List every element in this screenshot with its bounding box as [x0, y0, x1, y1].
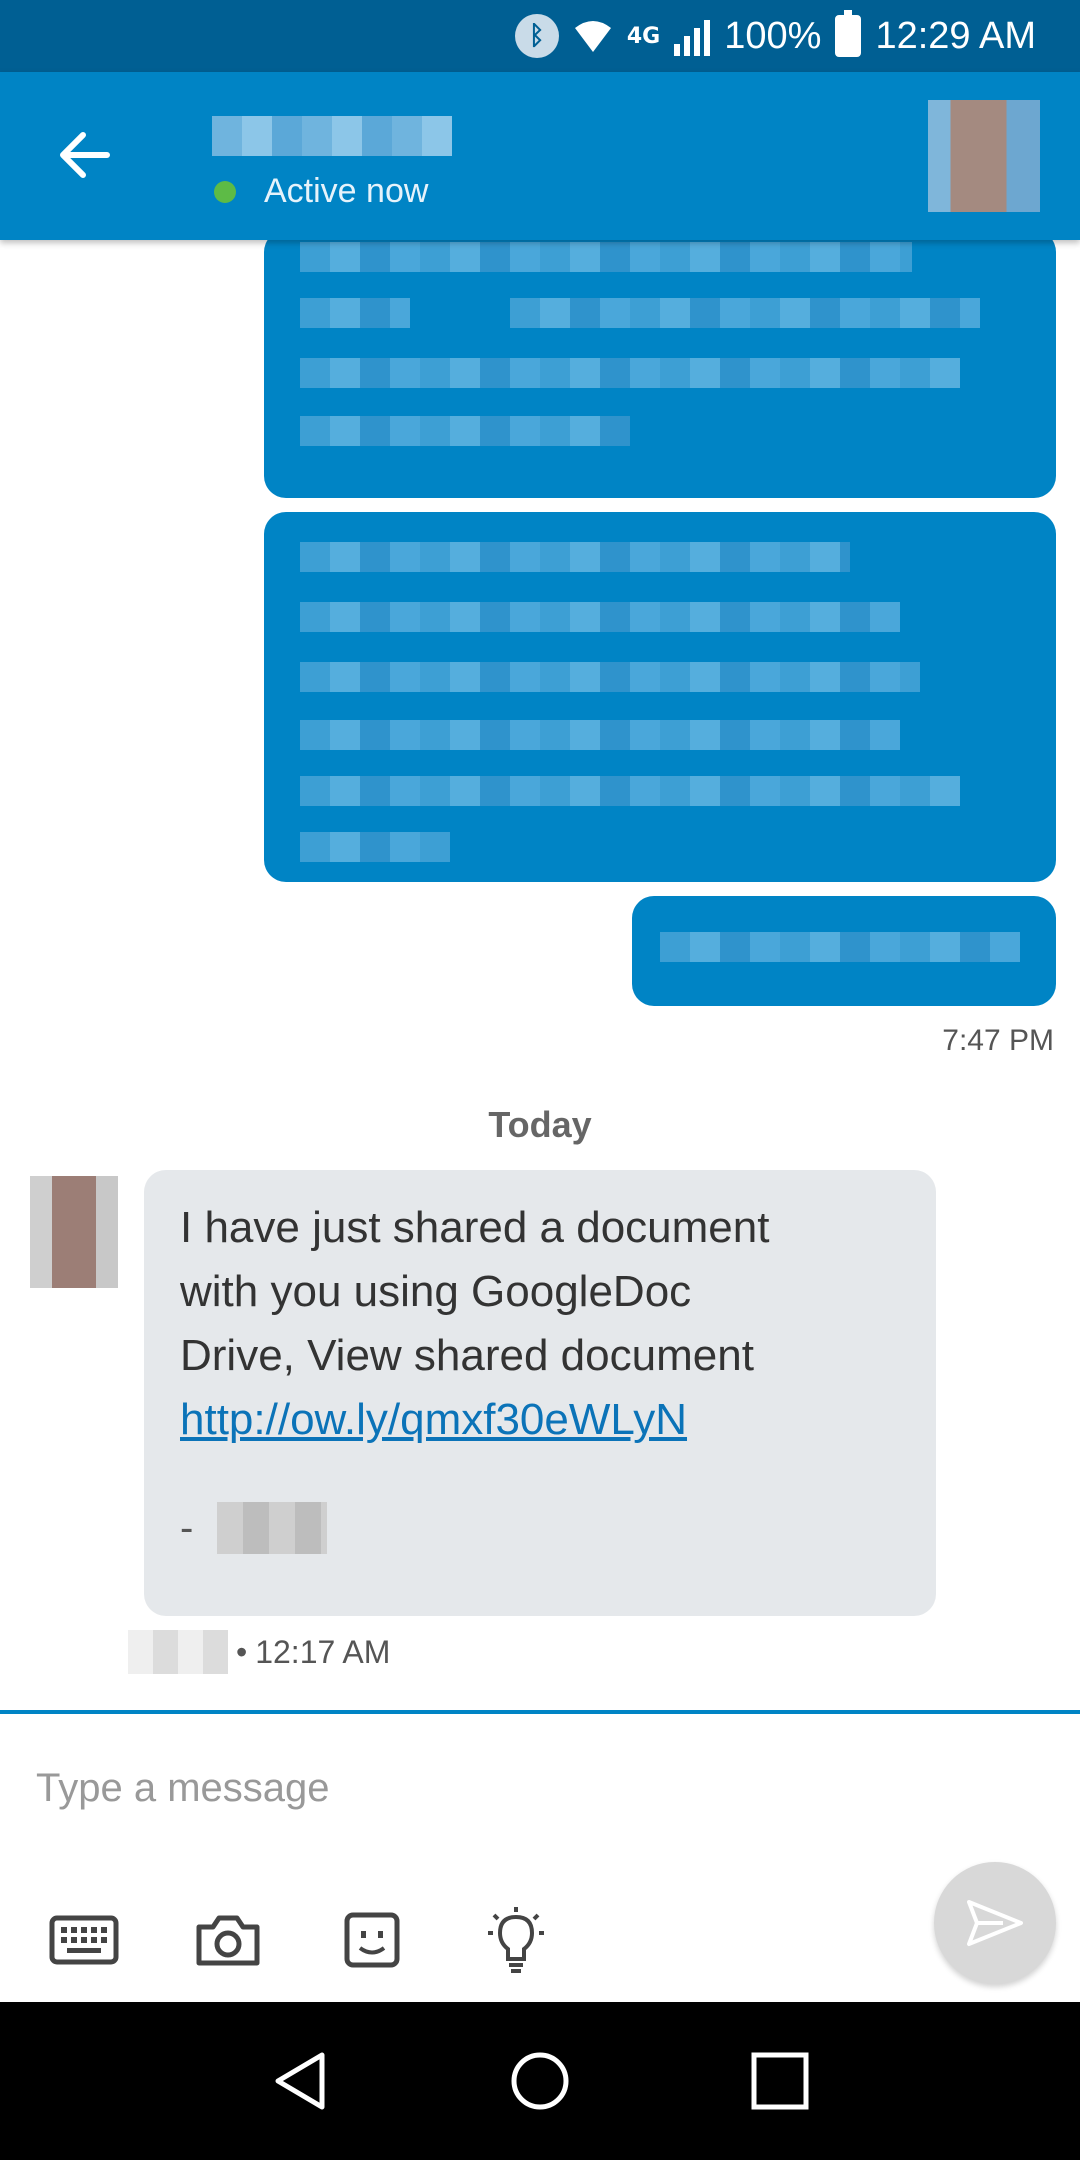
presence-label: Active now [264, 172, 429, 210]
camera-icon [196, 1915, 260, 1966]
outgoing-message[interactable] [264, 512, 1056, 882]
incoming-timestamp: 12:17 AM [255, 1633, 391, 1670]
contact-avatar[interactable] [928, 100, 1040, 212]
presence-status: Active now [214, 172, 428, 211]
active-dot-icon [214, 180, 236, 203]
outgoing-message[interactable] [264, 230, 1056, 498]
battery-percent: 100% [724, 14, 822, 57]
network-type: 4G [626, 23, 661, 49]
recents-square-icon [751, 2052, 809, 2110]
wifi-icon [573, 16, 613, 56]
nav-recents-button[interactable] [730, 2031, 830, 2131]
message-composer [0, 1710, 1080, 2002]
back-button[interactable] [40, 110, 130, 200]
lightbulb-icon [488, 1907, 544, 1973]
clock: 12:29 AM [875, 14, 1036, 57]
signoff-dash: - [180, 1505, 194, 1550]
camera-button[interactable] [188, 1900, 268, 1980]
outgoing-message[interactable] [632, 896, 1056, 1006]
system-nav-bar [0, 2002, 1080, 2160]
nav-back-button[interactable] [250, 2031, 350, 2131]
sender-avatar[interactable] [30, 1176, 118, 1288]
message-line: with you using GoogleDoc [180, 1267, 692, 1316]
send-button[interactable] [934, 1862, 1056, 1984]
nav-home-button[interactable] [490, 2031, 590, 2131]
home-circle-icon [511, 2052, 569, 2110]
sender-name[interactable] [128, 1630, 228, 1674]
incoming-message[interactable]: I have just shared a document with you u… [144, 1170, 936, 1616]
keyboard-icon [49, 1915, 119, 1965]
incoming-meta: • 12:17 AM [128, 1630, 390, 1674]
back-triangle-icon [275, 2052, 325, 2110]
emoji-button[interactable] [332, 1900, 412, 1980]
keyboard-button[interactable] [44, 1900, 124, 1980]
message-timestamp: 7:47 PM [942, 1024, 1054, 1057]
bluetooth-icon: ᛒ [514, 14, 559, 58]
meta-separator: • [236, 1633, 248, 1670]
contact-name[interactable] [212, 116, 452, 156]
signoff-name [217, 1502, 328, 1554]
message-link[interactable]: http://ow.ly/qmxf30eWLyN [180, 1388, 900, 1452]
signal-icon [674, 16, 711, 56]
status-bar: ᛒ 4G 100% 12:29 AM [0, 0, 1080, 72]
message-line: Drive, View shared document [180, 1331, 754, 1380]
send-icon [967, 1900, 1023, 1946]
emoji-icon [344, 1912, 400, 1968]
battery-icon [835, 10, 862, 57]
conversation-header: Active now [0, 72, 1080, 240]
arrow-left-icon [60, 132, 110, 178]
message-input[interactable] [36, 1766, 936, 1811]
message-line: I have just shared a document [180, 1203, 770, 1252]
ideas-button[interactable] [476, 1900, 556, 1980]
message-signoff: - [180, 1502, 900, 1554]
day-divider: Today [488, 1104, 592, 1145]
